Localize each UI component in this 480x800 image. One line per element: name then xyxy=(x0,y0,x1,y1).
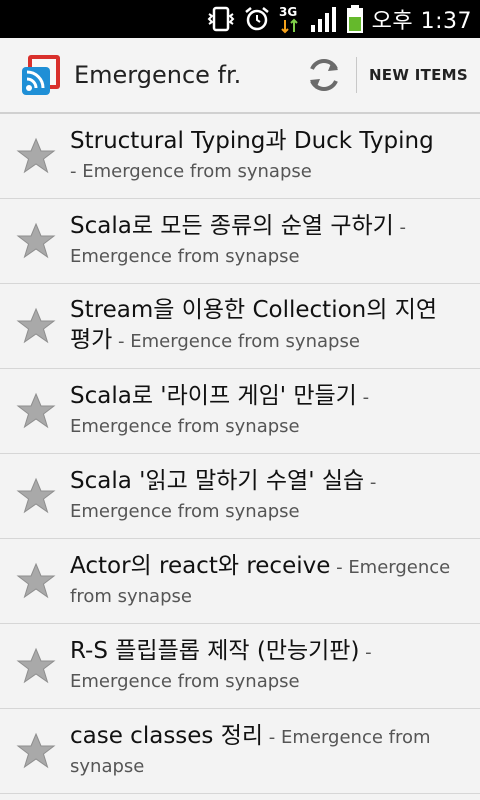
status-time: 오후 1:37 xyxy=(371,9,472,34)
star-icon[interactable] xyxy=(16,476,56,516)
action-bar: Emergence fr. NEW ITEMS xyxy=(0,38,480,114)
item-title: Scala '읽고 말하기 수열' 실습 xyxy=(70,467,365,494)
list-item[interactable]: R-S 플립플롭 제작 (만능기판) - Emergence from syna… xyxy=(0,624,480,709)
item-text: Structural Typing과 Duck Typing - Emergenc… xyxy=(70,127,480,186)
signal-icon xyxy=(310,5,338,33)
star-icon[interactable] xyxy=(16,306,56,346)
item-text: Scala로 '라이프 게임' 만들기 - Emergence from syn… xyxy=(70,382,480,441)
star-icon[interactable] xyxy=(16,731,56,771)
list-item[interactable]: Scala로 '라이프 게임' 만들기 - Emergence from syn… xyxy=(0,369,480,454)
page-title: Emergence fr. xyxy=(74,61,242,89)
list-item[interactable]: Scala로 모든 종류의 순열 구하기 - Emergence from sy… xyxy=(0,199,480,284)
item-text: case classes 정리 - Emergence from synapse xyxy=(70,722,480,781)
item-text: R-S 플립플롭 제작 (만능기판) - Emergence from syna… xyxy=(70,637,480,696)
list-item[interactable]: case classes 정리 - Emergence from synapse xyxy=(0,709,480,794)
list-item[interactable]: Actor의 react와 receive - Emergence from s… xyxy=(0,539,480,624)
network-3g-icon: 3G xyxy=(278,4,302,34)
item-text: Scala '읽고 말하기 수열' 실습 - Emergence from sy… xyxy=(70,467,480,526)
star-icon[interactable] xyxy=(16,646,56,686)
list-item[interactable]: Stream을 이용한 Collection의 지연 평가 - Emergenc… xyxy=(0,284,480,369)
star-icon[interactable] xyxy=(16,221,56,261)
star-icon[interactable] xyxy=(16,561,56,601)
refresh-icon xyxy=(309,59,338,91)
feed-list: Structural Typing과 Duck Typing - Emergenc… xyxy=(0,114,480,794)
item-text: Scala로 모든 종류의 순열 구하기 - Emergence from sy… xyxy=(70,212,480,271)
status-bar: 3G 오후 1:37 xyxy=(0,0,480,38)
app-logo-icon[interactable] xyxy=(20,53,64,97)
item-text: Actor의 react와 receive - Emergence from s… xyxy=(70,552,480,611)
item-title: Scala로 '라이프 게임' 만들기 xyxy=(70,382,357,409)
alarm-icon xyxy=(244,6,270,32)
item-text: Stream을 이용한 Collection의 지연 평가 - Emergenc… xyxy=(70,296,480,356)
svg-text:3G: 3G xyxy=(279,5,297,19)
item-title: Scala로 모든 종류의 순열 구하기 xyxy=(70,212,394,239)
refresh-button[interactable] xyxy=(294,38,354,112)
item-title: case classes 정리 xyxy=(70,722,264,749)
star-icon[interactable] xyxy=(16,136,56,176)
item-source: - Emergence from synapse xyxy=(112,331,360,352)
item-title: Structural Typing과 Duck Typing xyxy=(70,127,434,154)
new-items-button[interactable]: NEW ITEMS xyxy=(357,66,480,84)
battery-icon xyxy=(346,4,364,34)
status-icons: 3G 오후 1:37 xyxy=(206,0,472,38)
item-title: Actor의 react와 receive xyxy=(70,552,331,579)
vibrate-icon xyxy=(206,6,236,32)
item-title: R-S 플립플롭 제작 (만능기판) xyxy=(70,637,360,664)
list-item[interactable]: Structural Typing과 Duck Typing - Emergenc… xyxy=(0,114,480,199)
item-source: - Emergence from synapse xyxy=(70,160,312,182)
star-icon[interactable] xyxy=(16,391,56,431)
list-item[interactable]: Scala '읽고 말하기 수열' 실습 - Emergence from sy… xyxy=(0,454,480,539)
